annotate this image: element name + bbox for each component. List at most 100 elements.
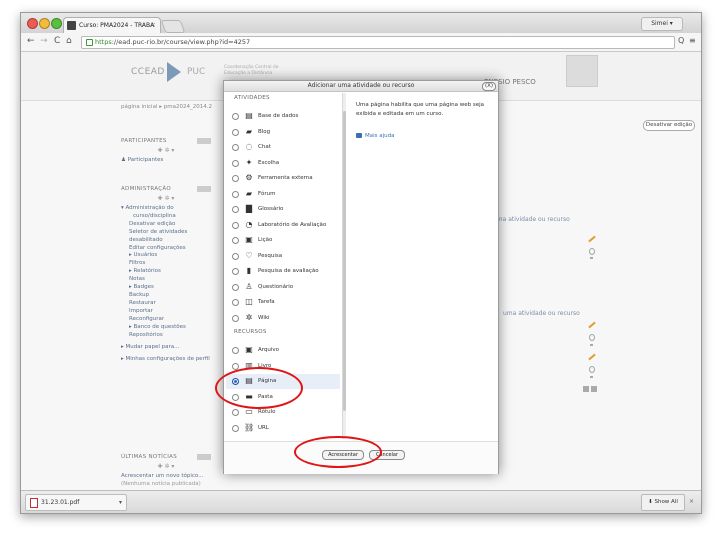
lesson-icon: ▣ — [245, 235, 253, 244]
module-option-external-tool[interactable]: ⚙ Ferramenta externa — [226, 171, 340, 186]
module-option-assignment[interactable]: ◫ Tarefa — [226, 295, 340, 310]
admin-menu-item[interactable]: ▸ Relatórios — [121, 268, 211, 276]
admin-menu-item[interactable]: Reconfigurar — [121, 316, 211, 324]
site-logo-text[interactable]: CCEAD — [131, 67, 165, 77]
block-move-icon[interactable]: ✚ ✲ ▾ — [121, 463, 211, 470]
module-option-file[interactable]: ▣ Arquivo — [226, 343, 340, 358]
radio-button[interactable] — [232, 424, 239, 432]
radio-button[interactable] — [232, 299, 239, 306]
close-window-button[interactable] — [27, 18, 38, 29]
admin-menu-item[interactable]: ▸ Badges — [121, 284, 211, 292]
admin-menu-item[interactable]: Restaurar — [121, 300, 211, 308]
visibility-eye-icon[interactable] — [590, 376, 593, 378]
scrollbar-thumb[interactable] — [343, 111, 346, 411]
evaluation-lab-icon: ◔ — [245, 219, 253, 229]
downloads-bar: 31.23.01.pdf ▾ ⬇ Show All × — [21, 490, 701, 513]
radio-button[interactable] — [232, 283, 239, 291]
radio-button[interactable] — [232, 409, 239, 416]
module-option-wiki[interactable]: ✲ Wiki — [226, 311, 340, 326]
download-menu-chevron-icon[interactable]: ▾ — [119, 499, 122, 506]
more-help-link[interactable]: Mais ajuda — [356, 133, 395, 139]
close-downloads-icon[interactable]: × — [689, 498, 694, 505]
admin-menu-item[interactable]: Importar — [121, 308, 211, 316]
zoom-window-button[interactable] — [51, 18, 62, 29]
block-controls-icon[interactable] — [197, 186, 211, 192]
minimize-window-button[interactable] — [39, 18, 50, 29]
avatar[interactable] — [566, 55, 598, 87]
admin-menu-item[interactable]: ▾ Administração do — [121, 205, 211, 213]
module-option-quiz[interactable]: ♙ Questionário — [226, 280, 340, 295]
download-item[interactable]: 31.23.01.pdf — [25, 494, 127, 511]
module-option-choice[interactable]: ✦ Escolha — [226, 156, 340, 171]
move-icon[interactable] — [591, 386, 597, 392]
admin-menu-item[interactable]: Backup — [121, 292, 211, 300]
radio-button[interactable] — [232, 175, 239, 182]
browser-tab[interactable]: Curso: PMA2024 - TRABA × — [63, 17, 161, 34]
highlight-icon[interactable] — [589, 366, 595, 373]
switch-role-link[interactable]: ▸ Mudar papel para... — [121, 344, 211, 352]
edit-pencil-icon[interactable] — [588, 321, 596, 329]
admin-menu-item[interactable]: Notas — [121, 276, 211, 284]
module-option-forum[interactable]: ▰ Fórum — [226, 187, 340, 202]
dialog-close-button[interactable]: (X) — [482, 82, 496, 91]
module-option-chat[interactable]: ◌ Chat — [226, 140, 340, 155]
block-controls-icon[interactable] — [197, 454, 211, 460]
admin-menu-item[interactable]: ▸ Usuários — [121, 252, 211, 260]
block-move-icon[interactable]: ✚ ✲ ▾ — [121, 147, 211, 154]
search-icon[interactable]: Q — [678, 36, 684, 45]
admin-menu-item[interactable]: desabilitado — [121, 237, 211, 245]
module-option-evaluation-survey[interactable]: ▮ Pesquisa de avaliação — [226, 264, 340, 279]
radio-button[interactable] — [232, 128, 239, 136]
profile-settings-link[interactable]: ▸ Minhas configurações de perfil — [121, 356, 211, 364]
block-controls-icon[interactable] — [197, 138, 211, 144]
radio-button[interactable] — [232, 237, 239, 244]
breadcrumb[interactable]: página inicial ▸ pma2024_2014.2 — [121, 104, 212, 110]
module-option-survey[interactable]: ♡ Pesquisa — [226, 249, 340, 264]
reload-icon[interactable]: C — [54, 36, 60, 46]
profile-button[interactable]: Simei ▾ — [641, 17, 683, 31]
radio-button[interactable] — [232, 190, 239, 198]
forward-arrow-icon[interactable]: → — [40, 36, 48, 46]
add-activity-link[interactable]: uma atividade ou recurso — [503, 310, 580, 317]
move-icon[interactable] — [583, 386, 589, 392]
participants-link[interactable]: ♟ Participantes — [121, 157, 211, 165]
visibility-eye-icon[interactable] — [590, 344, 593, 346]
module-option-url[interactable]: ⛓ URL — [226, 421, 340, 436]
admin-menu-item[interactable]: curso/disciplina — [121, 213, 211, 221]
admin-menu-item[interactable]: Repositórios — [121, 332, 211, 340]
module-option-database[interactable]: ▤ Base de dados — [226, 109, 340, 124]
radio-button[interactable] — [232, 252, 239, 260]
toggle-edit-button[interactable]: Desativar edição — [643, 120, 695, 131]
visibility-eye-icon[interactable] — [590, 257, 593, 259]
add-activity-link[interactable]: uma atividade ou recurso — [493, 216, 570, 223]
back-arrow-icon[interactable]: ← — [27, 36, 35, 46]
add-news-link[interactable]: Acrescentar um novo tópico... — [121, 473, 211, 481]
module-option-evaluation-lab[interactable]: ◔ Laboratório de Avaliação — [226, 218, 340, 233]
radio-button[interactable] — [232, 221, 239, 229]
home-icon[interactable]: ⌂ — [66, 36, 72, 46]
radio-button[interactable] — [232, 144, 239, 151]
admin-menu-item[interactable]: Seletor de atividades — [121, 229, 211, 237]
radio-button[interactable] — [232, 268, 239, 275]
admin-menu-item[interactable]: ▸ Banco de questões — [121, 324, 211, 332]
highlight-icon[interactable] — [589, 334, 595, 341]
highlight-icon[interactable] — [589, 248, 595, 255]
radio-button[interactable] — [232, 347, 239, 354]
module-label: Rótulo — [258, 409, 276, 415]
menu-icon[interactable]: ≡ — [689, 36, 696, 45]
radio-button[interactable] — [232, 159, 239, 167]
radio-button[interactable] — [232, 314, 239, 322]
module-option-glossary[interactable]: ▇ Glossário — [226, 202, 340, 217]
block-move-icon[interactable]: ✚ ✲ ▾ — [121, 195, 211, 202]
module-option-lesson[interactable]: ▣ Lição — [226, 233, 340, 248]
show-all-button[interactable]: ⬇ Show All — [641, 494, 685, 511]
address-bar[interactable]: https://ead.puc-rio.br/course/view.php?i… — [81, 36, 675, 49]
new-tab-button[interactable] — [160, 20, 186, 33]
module-option-blog[interactable]: ▰ Blog — [226, 125, 340, 140]
admin-menu-item[interactable]: Desativar edição — [121, 221, 211, 229]
tab-close-icon[interactable]: × — [150, 21, 156, 29]
radio-button[interactable] — [232, 113, 239, 120]
edit-pencil-icon[interactable] — [588, 353, 596, 361]
radio-button[interactable] — [232, 206, 239, 213]
edit-pencil-icon[interactable] — [588, 235, 596, 243]
